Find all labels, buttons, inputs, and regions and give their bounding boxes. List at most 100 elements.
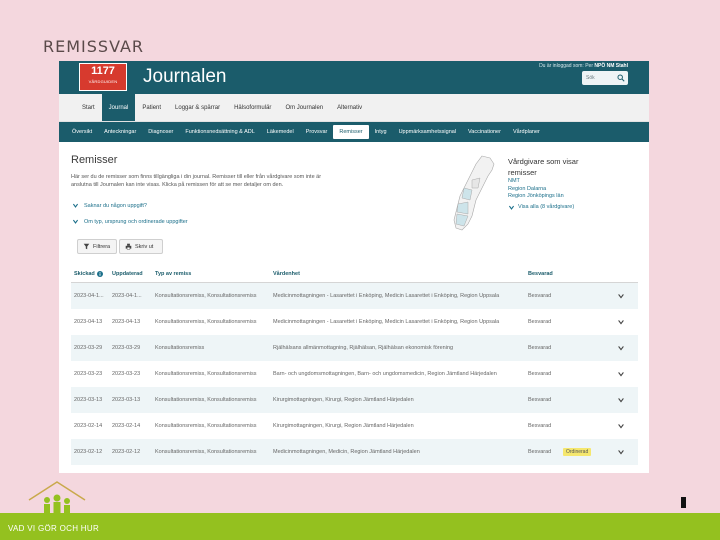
- print-button[interactable]: Skriv ut: [119, 239, 163, 254]
- chevron-down-icon: [72, 203, 79, 208]
- chevron-down-icon: [618, 346, 624, 351]
- missing-info-expander[interactable]: Saknar du någon uppgift?: [72, 202, 147, 209]
- tab-attention-signal[interactable]: Uppmärksamhetssignal: [393, 125, 462, 139]
- nav-patient[interactable]: Patient: [135, 94, 168, 121]
- row-expand[interactable]: [604, 370, 638, 378]
- cell-unit: Medicinmottagningen, Medicin, Region Jäm…: [273, 448, 420, 455]
- cell-unit: Kirurgimottagningen, Kirurgi, Region Jäm…: [273, 422, 414, 429]
- nav-journal[interactable]: Journal: [101, 94, 136, 121]
- cell-answered: Besvarad: [528, 344, 552, 351]
- cell-sent: 2023-03-29: [74, 344, 103, 351]
- tab-medications[interactable]: Läkemedel: [261, 125, 300, 139]
- chevron-down-icon: [618, 320, 624, 325]
- cell-type: Konsultationsremiss, Konsultationsremiss: [155, 448, 257, 455]
- nav-start[interactable]: Start: [75, 94, 102, 121]
- cell-type: Konsultationsremiss, Konsultationsremiss: [155, 318, 257, 325]
- print-label: Skriv ut: [135, 243, 154, 250]
- table-row[interactable]: 2023-03-29 2023-03-29 Konsultationsremis…: [71, 335, 638, 361]
- table-row[interactable]: 2023-04-1... 2023-04-1... Konsultationsr…: [71, 283, 638, 309]
- tab-overview[interactable]: Översikt: [66, 125, 98, 139]
- nav-about-journalen[interactable]: Om Journalen: [278, 94, 330, 121]
- referrals-table: Skickad Uppdaterad Typ av remiss Vårdenh…: [71, 265, 638, 465]
- house-people-logo: [28, 481, 86, 516]
- brand-subtitle: VÅRDGUIDEN: [88, 79, 118, 84]
- cell-unit: Kirurgimottagningen, Kirurgi, Region Jäm…: [273, 396, 414, 403]
- col-unit[interactable]: Vårdenhet: [273, 271, 528, 277]
- tab-referrals[interactable]: Remisser: [333, 125, 369, 139]
- page-title: Remisser: [71, 154, 118, 166]
- cell-answered: Besvarad: [528, 370, 552, 377]
- cell-unit: Medicinmottagningen - Lasarettet i Enköp…: [273, 292, 500, 299]
- login-status: Du är inloggad som: Per NPÖ NM Stahl: [539, 63, 628, 69]
- cell-unit: Medicinmottagningen - Lasarettet i Enköp…: [273, 318, 500, 325]
- cell-sent: 2023-03-13: [74, 396, 103, 403]
- brand-number: 1177: [91, 65, 115, 77]
- type-origin-expander[interactable]: Om typ, ursprung och ordinerade uppgifte…: [72, 218, 188, 225]
- login-user[interactable]: NPÖ NM Stahl: [594, 63, 628, 69]
- cell-updated: 2023-02-12: [112, 448, 141, 455]
- col-updated[interactable]: Uppdaterad: [112, 271, 155, 277]
- cell-unit: Barn- och ungdomsmottagningen, Barn- och…: [273, 370, 497, 377]
- slide-title: REMISSVAR: [43, 37, 145, 56]
- cell-type: Konsultationsremiss, Konsultationsremiss: [155, 292, 257, 299]
- footer-bar: [0, 513, 720, 540]
- cell-sent: 2023-02-12: [74, 448, 103, 455]
- nav-options[interactable]: Alternativ: [330, 94, 369, 121]
- tab-diagnoses[interactable]: Diagnoser: [142, 125, 179, 139]
- filter-icon: [83, 243, 90, 250]
- show-all-providers[interactable]: Visa alla (8 vårdgivare): [508, 204, 648, 211]
- main-nav: Start Journal Patient Loggar & spärrar H…: [59, 94, 649, 122]
- col-type[interactable]: Typ av remiss: [155, 271, 273, 277]
- cell-type: Konsultationsremiss: [155, 344, 205, 351]
- row-expand[interactable]: [604, 344, 638, 352]
- tab-disability-adl[interactable]: Funktionsnedsättning & ADL: [179, 125, 260, 139]
- tab-vaccinations[interactable]: Vaccinationer: [462, 125, 507, 139]
- chevron-down-icon: [618, 294, 624, 299]
- tab-certificates[interactable]: Intyg: [369, 125, 393, 139]
- row-expand[interactable]: [604, 396, 638, 404]
- chevron-down-icon: [618, 450, 624, 455]
- cell-updated: 2023-04-1...: [112, 292, 142, 299]
- login-prefix: Du är inloggad som: Per: [539, 63, 593, 69]
- show-all-label: Visa alla (8 vårdgivare): [518, 204, 575, 210]
- tab-care-plans[interactable]: Vårdplaner: [507, 125, 546, 139]
- row-expand[interactable]: [604, 422, 638, 430]
- row-expand[interactable]: [604, 292, 638, 300]
- brand-logo[interactable]: 1177 VÅRDGUIDEN: [79, 63, 127, 91]
- sweden-map: [453, 155, 495, 231]
- journalen-window: 1177 VÅRDGUIDEN Journalen Du är inloggad…: [59, 61, 649, 473]
- nav-logs-blocks[interactable]: Loggar & spärrar: [168, 94, 227, 121]
- provider-link[interactable]: Region Dalarna: [508, 186, 648, 194]
- cell-updated: 2023-03-23: [112, 370, 141, 377]
- cell-answered: Besvarad: [528, 422, 552, 429]
- col-answered[interactable]: Besvarad: [528, 271, 604, 277]
- table-row[interactable]: 2023-02-12 2023-02-12 Konsultationsremis…: [71, 439, 638, 465]
- table-row[interactable]: 2023-02-14 2023-02-14 Konsultationsremis…: [71, 413, 638, 439]
- referrals-content: Remisser Här ser du de remisser som finn…: [59, 142, 649, 473]
- cell-sent: 2023-04-1...: [74, 292, 104, 299]
- tab-test-results[interactable]: Provsvar: [300, 125, 334, 139]
- col-sent[interactable]: Skickad: [71, 270, 112, 277]
- tab-notes[interactable]: Anteckningar: [98, 125, 142, 139]
- providers-panel: Vårdgivare som visar remisser NMT Region…: [508, 156, 648, 211]
- chevron-down-icon: [72, 219, 79, 224]
- table-row[interactable]: 2023-03-23 2023-03-23 Konsultationsremis…: [71, 361, 638, 387]
- search-icon[interactable]: [617, 74, 625, 82]
- table-row[interactable]: 2023-03-13 2023-03-13 Konsultationsremis…: [71, 387, 638, 413]
- cell-type: Konsultationsremiss, Konsultationsremiss: [155, 422, 257, 429]
- row-expand[interactable]: [604, 318, 638, 326]
- table-row[interactable]: 2023-04-13 2023-04-13 Konsultationsremis…: [71, 309, 638, 335]
- row-expand[interactable]: [604, 448, 638, 456]
- cell-updated: 2023-03-13: [112, 396, 141, 403]
- missing-info-label: Saknar du någon uppgift?: [84, 202, 147, 209]
- nav-health-forms[interactable]: Hälsoformulär: [227, 94, 278, 121]
- search-input[interactable]: Sök: [582, 71, 628, 85]
- intro-text: Här ser du de remisser som finns tillgän…: [71, 174, 322, 188]
- filter-button[interactable]: Filtrera: [77, 239, 117, 254]
- cell-sent: 2023-03-23: [74, 370, 103, 377]
- cell-answered: Besvarad: [528, 396, 552, 403]
- info-icon[interactable]: [96, 270, 103, 277]
- slide-marker: [681, 497, 686, 508]
- provider-link[interactable]: NMT: [508, 178, 648, 186]
- provider-link[interactable]: Region Jönköpings län: [508, 193, 648, 201]
